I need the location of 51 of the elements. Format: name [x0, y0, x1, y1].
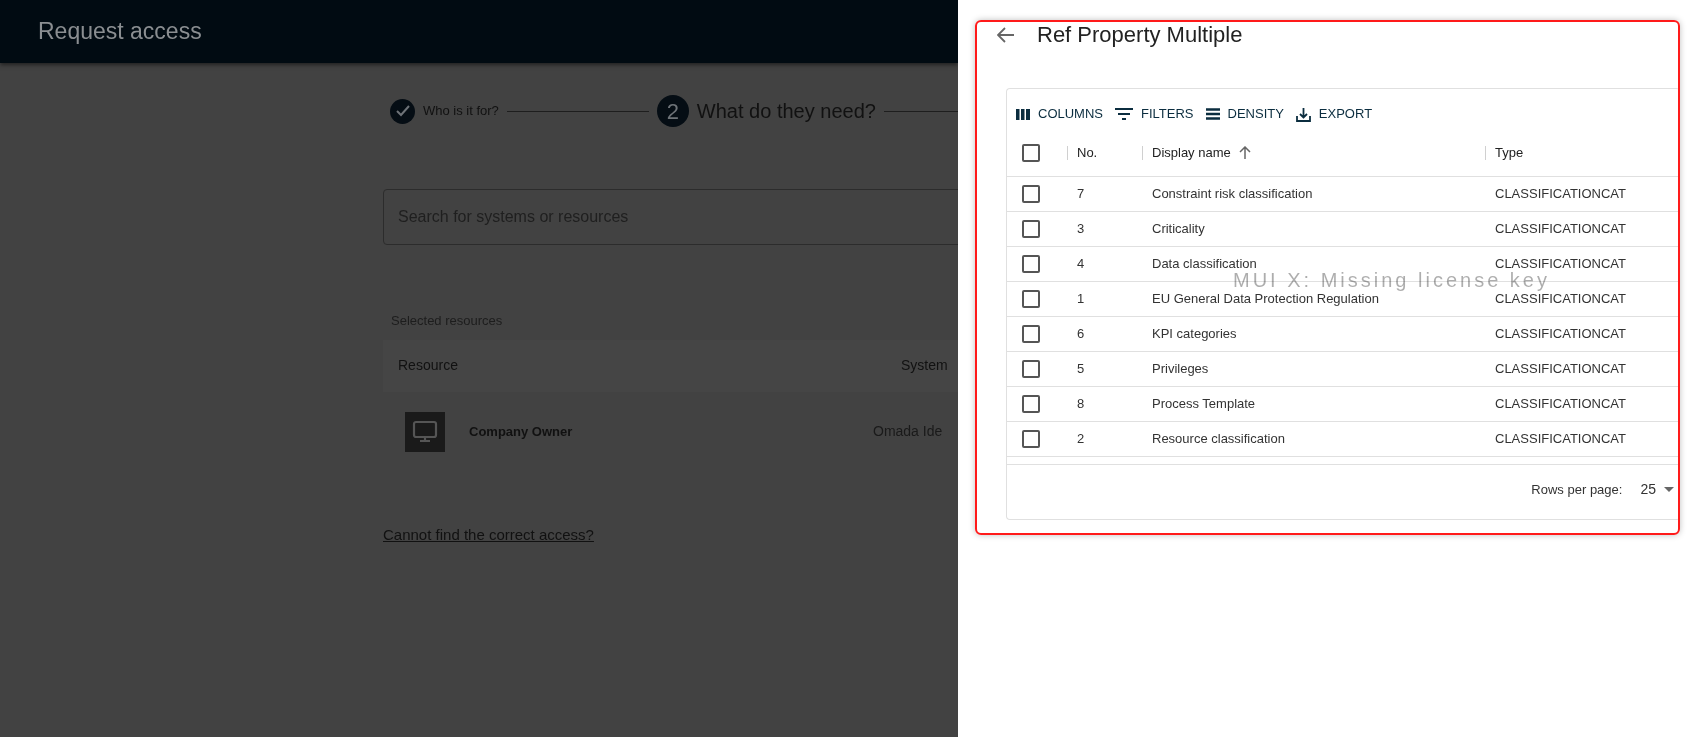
table-cell: CLASSIFICATIONCAT [1495, 291, 1626, 307]
table-cell: CLASSIFICATIONCAT [1495, 361, 1626, 377]
density-icon [1205, 108, 1220, 120]
table-cell: 2 [1077, 431, 1085, 447]
table-cell: CLASSIFICATIONCAT [1495, 431, 1626, 447]
checkbox[interactable] [1022, 143, 1040, 162]
back-icon[interactable] [997, 27, 1015, 43]
table-cell: 3 [1077, 221, 1085, 237]
table-cell: 6 [1077, 326, 1085, 342]
columns-button[interactable]: COLUMNS [1013, 102, 1106, 126]
filter-icon [1115, 108, 1133, 120]
rows-per-page-select[interactable]: 25 [1640, 479, 1674, 500]
caret-icon [1664, 487, 1674, 492]
table-cell: Criticality [1152, 221, 1205, 237]
table-cell: CLASSIFICATIONCAT [1495, 221, 1626, 237]
checkbox[interactable] [1022, 220, 1040, 238]
table-cell: Privileges [1152, 361, 1209, 377]
checkbox[interactable] [1022, 255, 1040, 273]
table-cell: 5 [1077, 361, 1085, 377]
monitor-icon [405, 411, 445, 452]
checkbox[interactable] [1022, 325, 1040, 343]
table-cell: Process Template [1152, 396, 1256, 412]
checkbox[interactable] [1022, 395, 1040, 413]
export-button[interactable]: EXPORT [1292, 102, 1376, 126]
table-cell: CLASSIFICATIONCAT [1495, 186, 1626, 202]
table-cell: KPI categories [1152, 326, 1237, 342]
density-button[interactable]: DENSITY [1202, 102, 1287, 126]
rows-per-page-label: Rows per page: [1531, 480, 1623, 499]
table-cell: 4 [1077, 256, 1085, 272]
filters-button[interactable]: FILTERS [1112, 102, 1197, 126]
table-cell: 7 [1077, 186, 1085, 202]
checkbox[interactable] [1022, 430, 1040, 448]
table-cell: Constraint risk classification [1152, 186, 1313, 202]
sort-arrow-icon[interactable] [1238, 146, 1251, 159]
checkbox[interactable] [1022, 290, 1040, 308]
table-cell: 8 [1077, 396, 1085, 412]
page-title: Request access [38, 17, 202, 47]
column-header[interactable]: Type [1495, 142, 1524, 163]
checkbox[interactable] [1022, 360, 1040, 378]
table-cell: EU General Data Protection Regulation [1152, 291, 1379, 307]
column-header[interactable]: Display name [1152, 142, 1231, 163]
drawer-title: Ref Property Multiple [1037, 22, 1243, 49]
table-cell: CLASSIFICATIONCAT [1495, 396, 1626, 412]
column-header[interactable]: No. [1077, 142, 1098, 163]
table-cell: Resource classification [1152, 431, 1285, 447]
download-icon [1295, 106, 1311, 122]
step-number: 2 [656, 95, 689, 127]
table-cell: CLASSIFICATIONCAT [1495, 326, 1626, 342]
checkbox[interactable] [1022, 185, 1040, 203]
columns-icon [1016, 108, 1030, 120]
table-cell: 1 [1077, 291, 1085, 307]
